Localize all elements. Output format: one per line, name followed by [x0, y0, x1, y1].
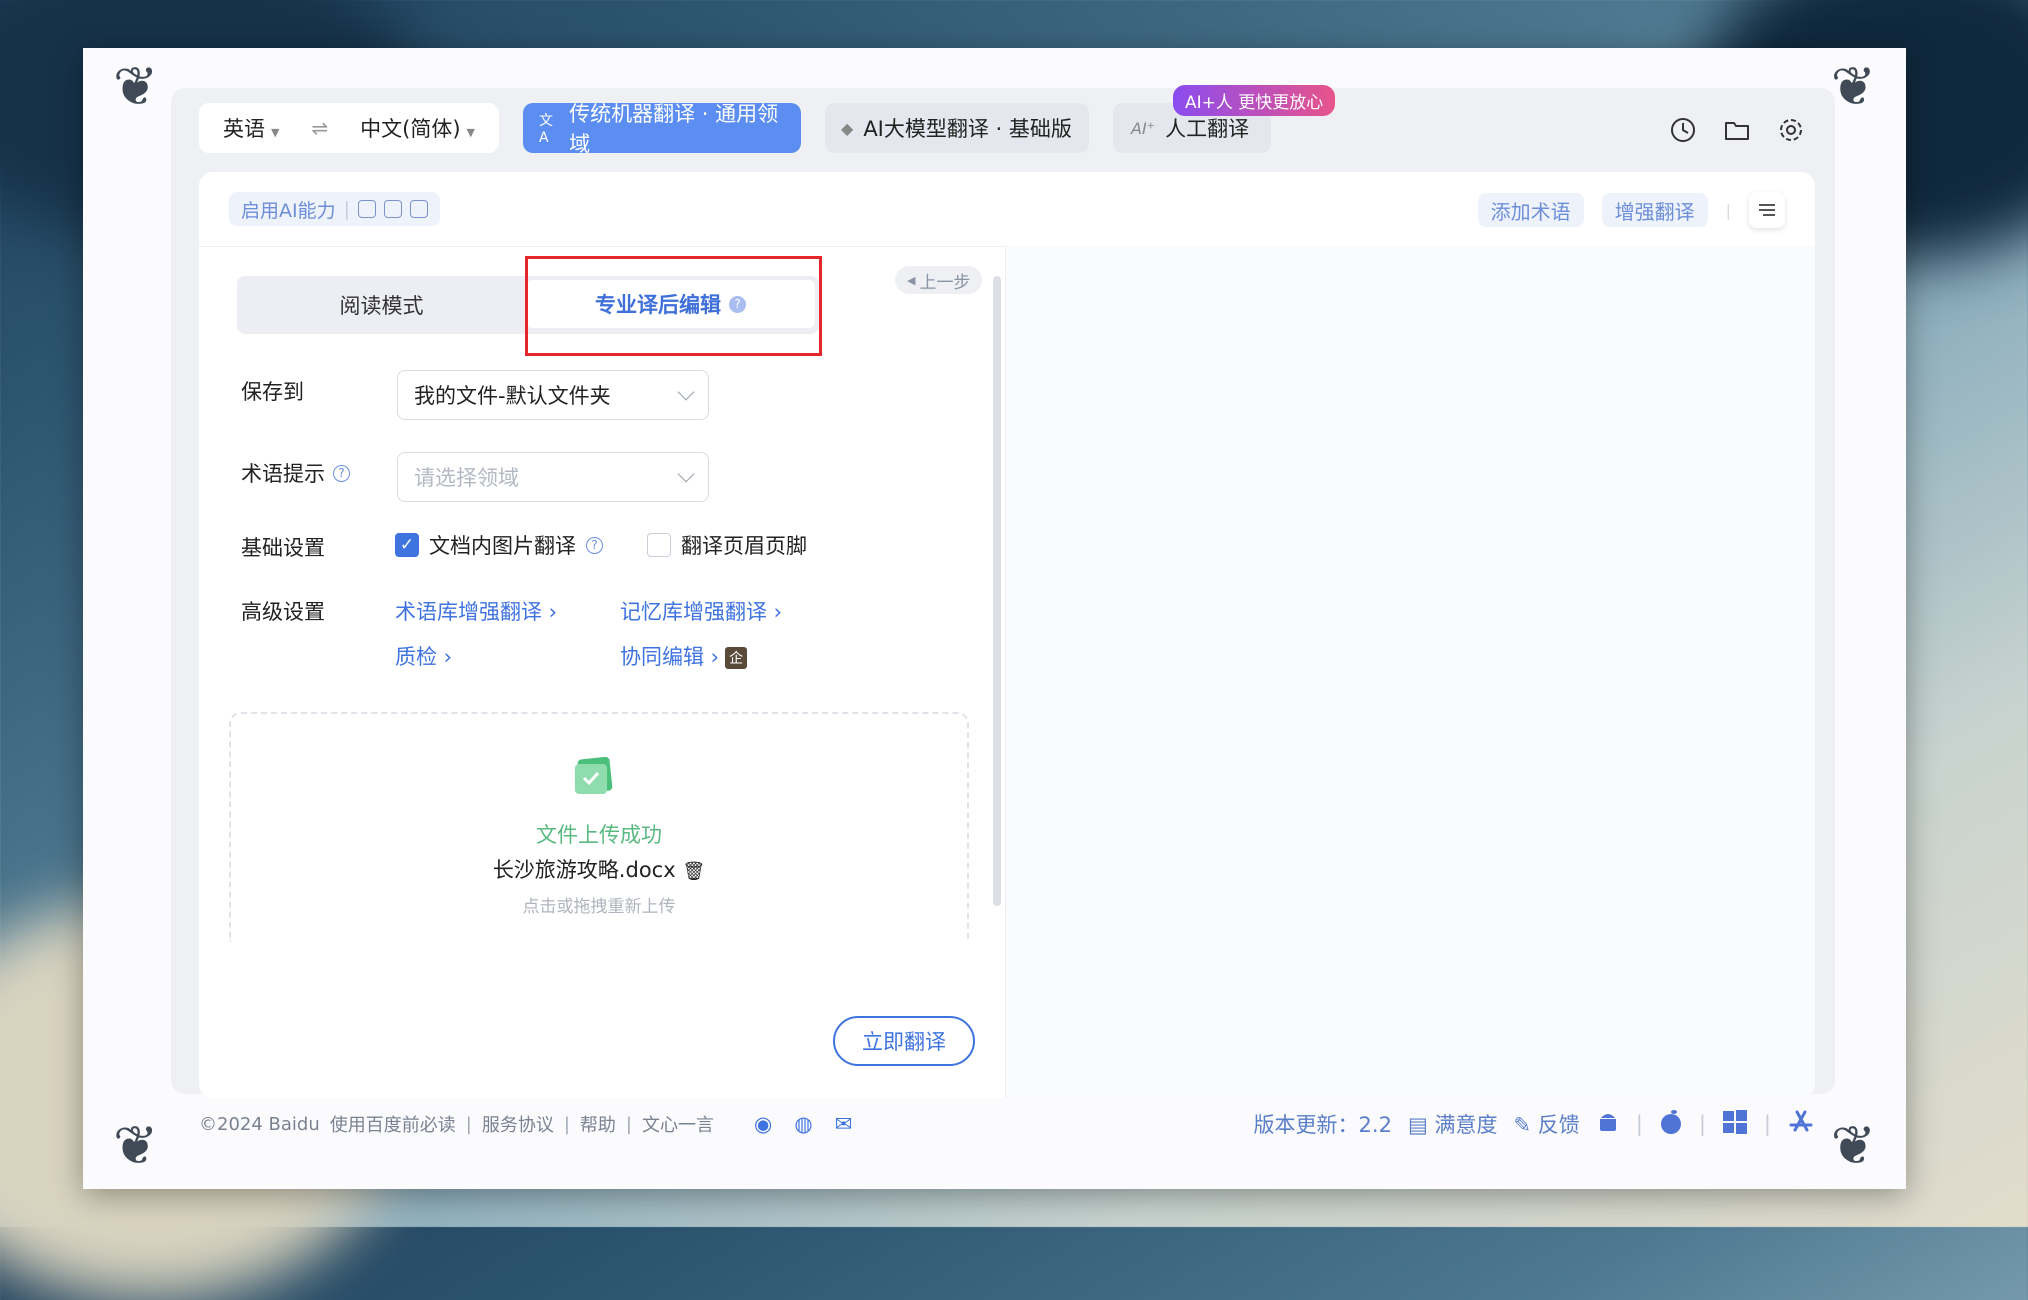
ai-sparkle-icon: AI⁺ [1131, 118, 1156, 138]
ornament-corner-icon: ❦ [1830, 1114, 1876, 1177]
chevron-down-icon [677, 383, 695, 401]
settings-pane: 阅读模式 专业译后编辑 ? ◀ 上一步 保存到 我的文件-默认文件夹 术语提示 … [199, 246, 1005, 1098]
select-value: 我的文件-默认文件夹 [414, 384, 611, 408]
ai-capability-toggle[interactable]: 启用AI能力 | [229, 192, 441, 226]
trash-icon[interactable]: 🗑 [682, 861, 705, 882]
upload-success-icon [573, 756, 617, 796]
chevron-down-icon [677, 465, 695, 483]
top-actions [1669, 116, 1805, 144]
ai-capability-label: 启用AI能力 [241, 199, 336, 222]
mode-machine-translation[interactable]: 文A 传统机器翻译 · 通用领域 [523, 102, 801, 156]
footer: ©2024 Baidu 使用百度前必读 | 服务协议 | 帮助 | 文心一言 ◉ ◍ … [199, 1106, 1815, 1142]
history-icon[interactable] [1669, 116, 1697, 144]
basic-options: ✓ 文档内图片翻译 ? 翻译页眉页脚 [395, 530, 807, 560]
mode-label: 人工翻译 [1165, 117, 1250, 141]
save-to-label: 保存到 [241, 380, 304, 404]
translate-icon: 文A [539, 113, 553, 146]
header-footer-checkbox[interactable] [647, 533, 671, 557]
cube-icon: ◆ [841, 118, 854, 138]
feedback-link[interactable]: ✎ 反馈 [1513, 1109, 1579, 1139]
mode-label: 传统机器翻译 · 通用领域 [569, 102, 779, 156]
triangle-left-icon: ◀ [907, 273, 916, 287]
version-update[interactable]: 版本更新：2.2 [1254, 1109, 1392, 1139]
mode-human-translation[interactable]: AI+人 更快更放心 AI⁺ 人工翻译 [1113, 85, 1336, 153]
domain-select[interactable]: 请选择领域 [397, 452, 709, 502]
select-placeholder: 请选择领域 [414, 466, 519, 490]
term-library-link[interactable]: 术语库增强翻译 › [395, 596, 557, 626]
hat-icon[interactable] [358, 200, 377, 218]
image-translate-label: 文档内图片翻译 [429, 534, 576, 558]
folder-icon[interactable] [1723, 116, 1751, 144]
save-to-select[interactable]: 我的文件-默认文件夹 [397, 370, 709, 420]
footer-link-agreement[interactable]: 服务协议 [482, 1111, 554, 1137]
add-term-button[interactable]: 添加术语 [1477, 193, 1584, 227]
translate-now-button[interactable]: 立即翻译 [833, 1016, 975, 1066]
file-name: 长沙旅游攻略.docx [492, 858, 676, 882]
term-hint-label-group: 术语提示 ? [241, 458, 350, 488]
prev-step-label: 上一步 [919, 272, 971, 293]
ornament-corner-icon: ❦ [113, 1114, 159, 1177]
enterprise-icon: 企 [725, 647, 748, 669]
satisfaction-link[interactable]: ▤ 满意度 [1408, 1109, 1498, 1139]
scrollbar[interactable] [993, 276, 1001, 906]
mode-ai-model[interactable]: ◆ AI大模型翻译 · 基础版 [825, 103, 1089, 153]
quality-check-link[interactable]: 质检 › [395, 641, 452, 671]
top-bar: 英语 ▼ ⇌ 中文(简体) ▼ 文A 传统机器翻译 · 通用领域 ◆ AI大模型翻译… [199, 85, 1336, 156]
footer-link-notice[interactable]: 使用百度前必读 [330, 1111, 456, 1137]
enhance-translation-button[interactable]: 增强翻译 [1601, 193, 1708, 227]
windows-icon[interactable] [1722, 1109, 1748, 1140]
target-language[interactable]: 中文(简体) ▼ [360, 113, 475, 143]
swap-icon[interactable]: ⇌ [311, 116, 328, 140]
image-translate-checkbox[interactable]: ✓ [395, 533, 419, 557]
mode-label: AI大模型翻译 · 基础版 [863, 117, 1072, 141]
footer-link-wenxin[interactable]: 文心一言 [642, 1111, 714, 1137]
upload-hint: 点击或拖拽重新上传 [522, 897, 676, 917]
upload-status: 文件上传成功 [536, 823, 662, 847]
language-selector[interactable]: 英语 ▼ ⇌ 中文(简体) ▼ [199, 103, 499, 153]
memory-library-link[interactable]: 记忆库增强翻译 › [620, 596, 782, 626]
uploaded-file: 长沙旅游攻略.docx 🗑 [231, 854, 967, 884]
header-footer-label: 翻译页眉页脚 [681, 534, 807, 558]
ornament-corner-icon: ❦ [1830, 55, 1876, 118]
term-hint-label: 术语提示 [241, 462, 325, 486]
document-icon[interactable] [384, 200, 403, 218]
settings-icon[interactable] [1777, 116, 1805, 144]
copyright: ©2024 Baidu [199, 1113, 320, 1135]
ornament-corner-icon: ❦ [113, 55, 159, 118]
tab-reading-mode[interactable]: 阅读模式 [237, 276, 526, 334]
wechat-icon[interactable]: ◍ [794, 1112, 812, 1136]
preview-pane [1006, 246, 1815, 1098]
prev-step-button[interactable]: ◀ 上一步 [895, 266, 983, 294]
help-icon[interactable]: ? [586, 536, 603, 554]
android-icon[interactable] [1596, 1109, 1620, 1140]
weibo-icon[interactable]: ◉ [754, 1112, 772, 1136]
toolbar-actions: 添加术语 增强翻译 | [1477, 192, 1785, 228]
source-language[interactable]: 英语 ▼ [223, 113, 279, 143]
mail-icon[interactable]: ✉ [835, 1112, 853, 1136]
highlight-box [525, 256, 822, 356]
menu-icon[interactable] [1749, 192, 1785, 228]
upload-area[interactable]: 文件上传成功 长沙旅游攻略.docx 🗑 点击或拖拽重新上传 [229, 712, 969, 942]
advanced-settings-label: 高级设置 [241, 600, 325, 624]
basic-settings-label: 基础设置 [241, 536, 325, 560]
apple-icon[interactable] [1659, 1109, 1683, 1140]
main-panel: 启用AI能力 | 添加术语 增强翻译 | 阅读模式 专业译后编辑 ? ◀ 上一步… [199, 172, 1815, 1098]
divider: | [1725, 200, 1731, 220]
translate-app: 英语 ▼ ⇌ 中文(简体) ▼ 文A 传统机器翻译 · 通用领域 ◆ AI大模型翻译… [171, 85, 1835, 1137]
help-icon[interactable]: ? [333, 464, 350, 482]
footer-right: 版本更新：2.2 ▤ 满意度 ✎ 反馈 | | | [1254, 1106, 1815, 1142]
toolbar: 启用AI能力 | 添加术语 增强翻译 | [199, 172, 1815, 247]
promo-badge: AI+人 更快更放心 [1173, 85, 1336, 116]
collab-edit-link[interactable]: 协同编辑 › 企 [620, 641, 748, 671]
cube-icon[interactable] [410, 200, 429, 218]
appstore-icon[interactable] [1787, 1108, 1815, 1141]
footer-link-help[interactable]: 帮助 [580, 1111, 616, 1137]
